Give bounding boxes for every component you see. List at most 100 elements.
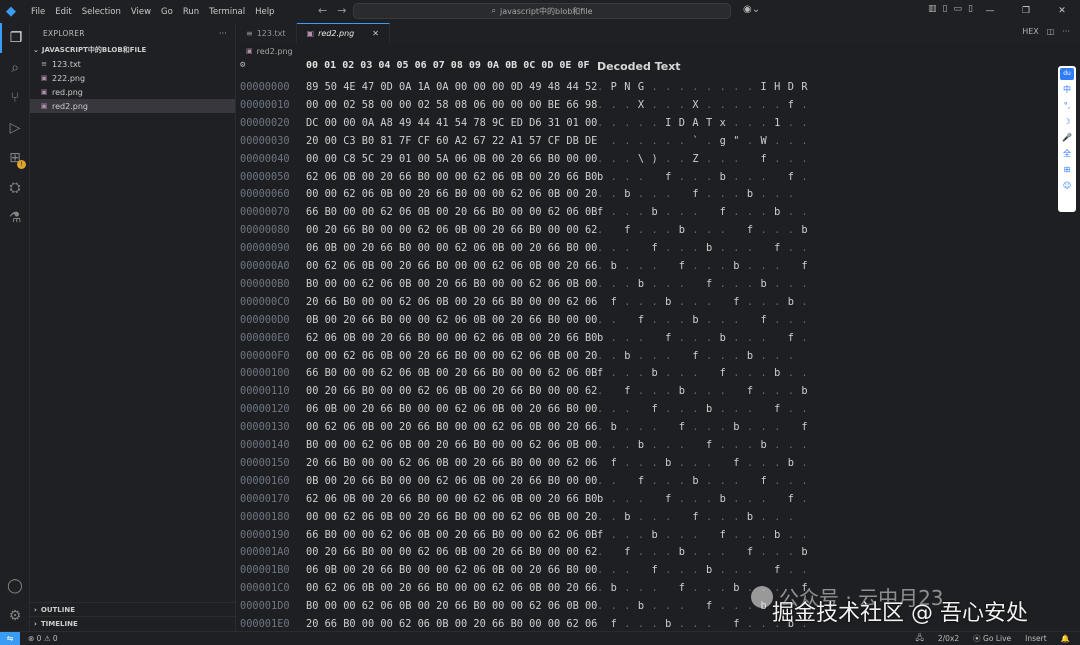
hex-row[interactable]: 000000E0 62 06 0B 00 20 66 B0 00 00 62 06… (236, 330, 1080, 348)
file-item-222-png[interactable]: ▣ 222.png (30, 71, 235, 85)
hex-row[interactable]: 000000C0 20 66 B0 00 00 62 06 0B 00 20 66… (236, 294, 1080, 312)
decoded-text[interactable]: . . . b . . . f . . . b . . . (597, 276, 808, 294)
hex-row[interactable]: 00000010 00 00 02 58 00 00 02 58 08 06 00… (236, 97, 1080, 115)
timeline-section[interactable]: › TIMELINE (30, 616, 236, 630)
hex-bytes[interactable]: 00 00 62 06 0B 00 20 66 B0 00 00 62 06 0… (306, 509, 597, 527)
ime-fullwidth[interactable]: 全 (1063, 147, 1071, 160)
menu-terminal[interactable]: Terminal (204, 7, 250, 17)
command-center-search[interactable]: ⌕ javascript中的blob和file (353, 3, 731, 19)
menu-view[interactable]: View (126, 7, 156, 17)
menu-file[interactable]: File (26, 7, 50, 17)
breadcrumb[interactable]: ▣ red2.png (236, 43, 293, 59)
more-actions-icon[interactable]: ··· (219, 29, 227, 38)
decoded-text[interactable]: . . . f . . . b . . . f . . (597, 240, 808, 258)
menu-go[interactable]: Go (156, 7, 178, 17)
source-control-icon[interactable]: ⑂ (0, 83, 30, 113)
hex-row[interactable]: 00000050 62 06 0B 00 20 66 B0 00 00 62 06… (236, 169, 1080, 187)
hex-row[interactable]: 00000140 B0 00 00 62 06 0B 00 20 66 B0 00… (236, 437, 1080, 455)
go-live-button[interactable]: ⦿ Go Live (973, 633, 1011, 644)
decoded-text[interactable]: . f . . . b . . . f . . . b (597, 383, 808, 401)
hex-row[interactable]: 00000150 20 66 B0 00 00 62 06 0B 00 20 66… (236, 455, 1080, 473)
hex-bytes[interactable]: 00 00 62 06 0B 00 20 66 B0 00 00 62 06 0… (306, 186, 597, 204)
menu-selection[interactable]: Selection (77, 7, 126, 17)
hex-row[interactable]: 00000130 00 62 06 0B 00 20 66 B0 00 00 62… (236, 419, 1080, 437)
ime-chinese-mode[interactable]: 中 (1063, 83, 1071, 96)
file-item-red-png[interactable]: ▣ red.png (30, 85, 235, 99)
hex-row[interactable]: 000000D0 0B 00 20 66 B0 00 00 62 06 0B 00… (236, 312, 1080, 330)
decoded-text[interactable]: . . b . . . f . . . b . . . (597, 186, 808, 204)
decoded-text[interactable]: . P N G . . . . . . . . I H D R (597, 79, 808, 97)
run-debug-icon[interactable]: ▷ (0, 113, 30, 143)
close-tab-icon[interactable]: ✕ (372, 29, 379, 38)
decoded-text[interactable]: . . . X . . . X . . . . . . f . (597, 97, 808, 115)
menu-edit[interactable]: Edit (50, 7, 76, 17)
extensions-icon[interactable]: ⊞! (0, 143, 30, 173)
hex-row[interactable]: 000000B0 B0 00 00 62 06 0B 00 20 66 B0 00… (236, 276, 1080, 294)
hex-bytes[interactable]: 20 00 C3 B0 81 7F CF 60 A2 67 22 A1 57 C… (306, 133, 597, 151)
notifications-bell-icon[interactable]: 🔔 (1061, 634, 1070, 643)
hex-bytes[interactable]: DC 00 00 0A A8 49 44 41 54 78 9C ED D6 3… (306, 115, 597, 133)
decoded-text[interactable]: . . . \ ) . . Z . . . f . . . (597, 151, 808, 169)
hex-bytes[interactable]: 00 62 06 0B 00 20 66 B0 00 00 62 06 0B 0… (306, 580, 597, 598)
hex-bytes[interactable]: 62 06 0B 00 20 66 B0 00 00 62 06 0B 00 2… (306, 491, 597, 509)
hex-bytes[interactable]: 20 66 B0 00 00 62 06 0B 00 20 66 B0 00 0… (306, 294, 597, 312)
decoded-text[interactable]: . . b . . . f . . . b . . . (597, 348, 808, 366)
hex-bytes[interactable]: 00 20 66 B0 00 00 62 06 0B 00 20 66 B0 0… (306, 544, 597, 562)
account-icon[interactable]: ◯ (0, 571, 30, 601)
menu-help[interactable]: Help (250, 7, 279, 17)
file-item-123-txt[interactable]: ≡ 123.txt (30, 57, 235, 71)
remote-explorer-icon[interactable]: ⛭ (0, 173, 30, 203)
hex-row[interactable]: 000001A0 00 20 66 B0 00 00 62 06 0B 00 20… (236, 544, 1080, 562)
hex-row[interactable]: 00000000 89 50 4E 47 0D 0A 1A 0A 00 00 00… (236, 79, 1080, 97)
problems-indicator[interactable]: ⊗ 0 ⚠ 0 (28, 634, 58, 643)
decoded-text[interactable]: f . . . b . . . f . . . b . . (597, 365, 808, 383)
hex-row[interactable]: 000000F0 00 00 62 06 0B 00 20 66 B0 00 00… (236, 348, 1080, 366)
decoded-text[interactable]: b . . . f . . . b . . . f . (597, 330, 808, 348)
hex-row[interactable]: 00000120 06 0B 00 20 66 B0 00 00 62 06 0B… (236, 401, 1080, 419)
back-arrow-icon[interactable]: ← (318, 4, 327, 17)
hex-bytes[interactable]: 66 B0 00 00 62 06 0B 00 20 66 B0 00 00 6… (306, 365, 597, 383)
hex-bytes[interactable]: B0 00 00 62 06 0B 00 20 66 B0 00 00 62 0… (306, 437, 597, 455)
hex-bytes[interactable]: 62 06 0B 00 20 66 B0 00 00 62 06 0B 00 2… (306, 169, 597, 187)
customize-layout-icon[interactable]: ▥ (928, 4, 937, 14)
hex-row[interactable]: 00000100 66 B0 00 00 62 06 0B 00 20 66 B0… (236, 365, 1080, 383)
decoded-text[interactable]: . . b . . . f . . . b . . . (597, 509, 808, 527)
split-editor-icon[interactable]: ◫ (1047, 27, 1055, 36)
hex-bytes[interactable]: 06 0B 00 20 66 B0 00 00 62 06 0B 00 20 6… (306, 401, 597, 419)
hex-row[interactable]: 00000090 06 0B 00 20 66 B0 00 00 62 06 0B… (236, 240, 1080, 258)
hex-bytes[interactable]: 66 B0 00 00 62 06 0B 00 20 66 B0 00 00 6… (306, 204, 597, 222)
cursor-position[interactable]: 2/0x2 (938, 634, 959, 643)
hex-row[interactable]: 00000160 0B 00 20 66 B0 00 00 62 06 0B 00… (236, 473, 1080, 491)
hex-bytes[interactable]: 00 20 66 B0 00 00 62 06 0B 00 20 66 B0 0… (306, 222, 597, 240)
hex-bytes[interactable]: 20 66 B0 00 00 62 06 0B 00 20 66 B0 00 0… (306, 455, 597, 473)
hex-bytes[interactable]: 0B 00 20 66 B0 00 00 62 06 0B 00 20 66 B… (306, 312, 597, 330)
decoded-text[interactable]: . f . . . b . . . f . . . b (597, 544, 808, 562)
hex-row[interactable]: 00000060 00 00 62 06 0B 00 20 66 B0 00 00… (236, 186, 1080, 204)
tab-123-txt[interactable]: ≡ 123.txt (236, 23, 297, 43)
hex-bytes[interactable]: 00 20 66 B0 00 00 62 06 0B 00 20 66 B0 0… (306, 383, 597, 401)
hex-row[interactable]: 000001B0 06 0B 00 20 66 B0 00 00 62 06 0B… (236, 562, 1080, 580)
decoded-text[interactable]: . b . . . f . . . b . . . f (597, 419, 808, 437)
hex-row[interactable]: 00000190 66 B0 00 00 62 06 0B 00 20 66 B0… (236, 527, 1080, 545)
hex-row[interactable]: 00000180 00 00 62 06 0B 00 20 66 B0 00 00… (236, 509, 1080, 527)
decoded-text[interactable]: . b . . . f . . . b . . . f (597, 258, 808, 276)
decoded-text[interactable]: f . . . b . . . f . . . b . (597, 294, 808, 312)
outline-section[interactable]: › OUTLINE (30, 602, 236, 616)
tab-red2-png[interactable]: ▣ red2.png ✕ (296, 23, 390, 43)
hex-bytes[interactable]: B0 00 00 62 06 0B 00 20 66 B0 00 00 62 0… (306, 276, 597, 294)
decoded-text[interactable]: . . . . . I D A T x . . . 1 . . (597, 115, 808, 133)
hex-row[interactable]: 000000A0 00 62 06 0B 00 20 66 B0 00 00 62… (236, 258, 1080, 276)
forward-arrow-icon[interactable]: → (337, 4, 346, 17)
close-window-icon[interactable]: ✕ (1044, 0, 1080, 23)
menu-run[interactable]: Run (178, 7, 204, 17)
hex-bytes[interactable]: 06 0B 00 20 66 B0 00 00 62 06 0B 00 20 6… (306, 240, 597, 258)
hex-bytes[interactable]: 0B 00 20 66 B0 00 00 62 06 0B 00 20 66 B… (306, 473, 597, 491)
hex-row[interactable]: 00000170 62 06 0B 00 20 66 B0 00 00 62 06… (236, 491, 1080, 509)
hex-bytes[interactable]: 00 62 06 0B 00 20 66 B0 00 00 62 06 0B 0… (306, 258, 597, 276)
explorer-icon[interactable]: ❐ (0, 23, 30, 53)
file-item-red2-png[interactable]: ▣ red2.png (30, 99, 235, 113)
testing-icon[interactable]: ⚗ (0, 203, 30, 233)
more-actions-icon[interactable]: ··· (1062, 27, 1070, 36)
search-view-icon[interactable]: ⌕ (0, 53, 30, 83)
hex-row[interactable]: 00000040 00 00 C8 5C 29 01 00 5A 06 0B 00… (236, 151, 1080, 169)
